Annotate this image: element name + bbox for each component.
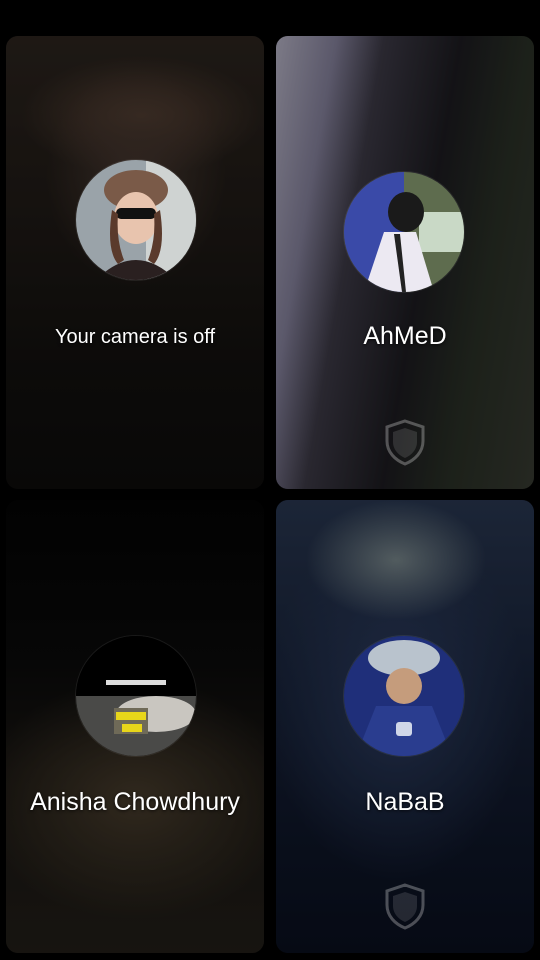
user-photo-icon — [344, 636, 464, 756]
user-photo-icon — [76, 636, 196, 756]
participant-name-anisha: Anisha Chowdhury — [30, 788, 240, 816]
participant-avatar-ahmed — [344, 172, 464, 292]
participant-name-nabab: NaBaB — [365, 788, 445, 816]
video-call-grid: Your camera is off AhMeD Anisha Chowdhur… — [0, 0, 540, 960]
participant-tile-nabab[interactable]: NaBaB — [276, 500, 534, 953]
user-photo-icon — [344, 172, 464, 292]
shield-icon — [385, 419, 425, 466]
self-video-tile[interactable]: Your camera is off — [6, 36, 264, 489]
participant-tile-ahmed[interactable]: AhMeD — [276, 36, 534, 489]
self-avatar — [76, 160, 196, 280]
participant-tile-anisha[interactable]: Anisha Chowdhury — [6, 500, 264, 953]
user-photo-icon — [76, 160, 196, 280]
participant-name-ahmed: AhMeD — [363, 322, 447, 350]
participant-avatar-nabab — [344, 636, 464, 756]
participant-avatar-anisha — [76, 636, 196, 756]
shield-icon — [385, 883, 425, 930]
self-camera-status: Your camera is off — [54, 326, 216, 348]
